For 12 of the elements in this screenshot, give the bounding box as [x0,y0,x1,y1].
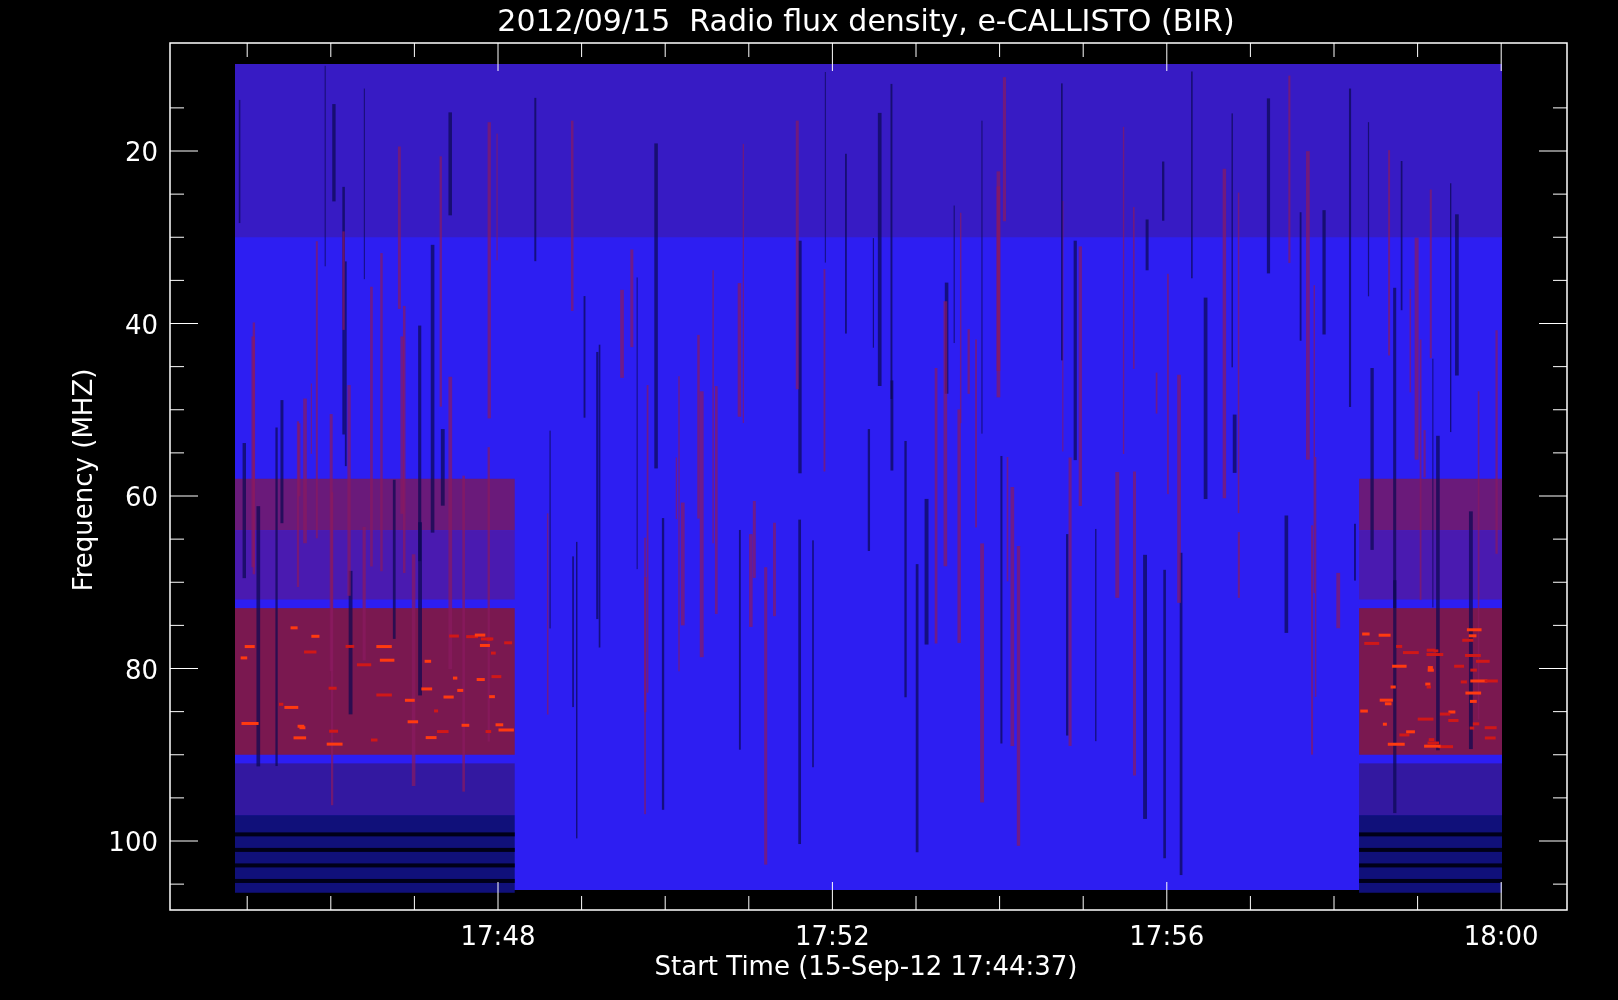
axis-tick-label: 20 [124,137,158,167]
axis-tick-label: 17:48 [460,921,536,951]
axis-tick-label: 100 [108,827,158,857]
axis-tick-label: 80 [124,654,158,685]
chart-title: 2012/09/15 Radio flux density, e-CALLISTO (BIR) [497,3,1235,38]
axis-label: Frequency (MHZ) [68,368,98,592]
axis-label: Start Time (15-Sep-12 17:44:37) [654,951,1078,981]
axis-tick-label: 17:56 [1129,921,1205,951]
axis-tick-label: 40 [124,309,158,340]
axis-tick-label: 18:00 [1463,921,1539,951]
axis-tick-label: 17:52 [794,921,870,951]
axis-tick-label: 60 [124,482,158,512]
